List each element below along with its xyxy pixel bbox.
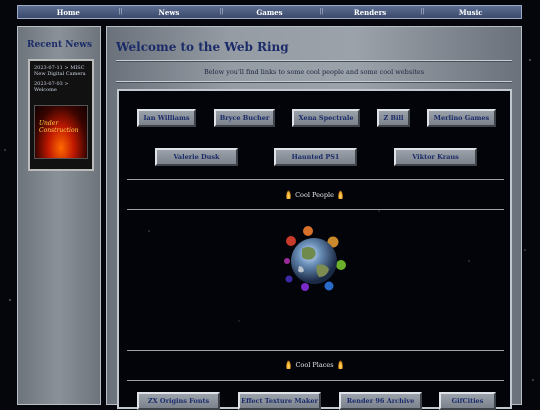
link-haunted-ps1[interactable]: Haunted PS1 — [274, 148, 357, 166]
link-gifcities[interactable]: GifCities — [439, 392, 496, 410]
link-zx-origins-fonts[interactable]: ZX Origins Fonts — [137, 392, 220, 410]
link-valerie-dusk[interactable]: Valerie Dusk — [155, 148, 238, 166]
link-merlino-games[interactable]: Merlino Games — [427, 109, 496, 127]
flame-icon — [337, 190, 343, 199]
cool-places-heading: Cool Places — [119, 360, 510, 369]
link-render-96-archive[interactable]: Render 96 Archive — [339, 392, 422, 410]
link-effect-texture-maker[interactable]: Effect Texture Maker — [238, 392, 321, 410]
divider — [127, 209, 504, 210]
link-bryce-bucher[interactable]: Bryce Bucher — [214, 109, 275, 127]
flame-icon — [286, 190, 292, 199]
sidebar: Recent News 2023-07-11 > MISC New Digita… — [17, 26, 101, 405]
nav-renders[interactable]: Renders — [320, 8, 421, 17]
nav-music[interactable]: Music — [420, 8, 521, 17]
banner-line2: Construction — [39, 127, 79, 134]
link-xena-spectrale[interactable]: Xena Spectrale — [292, 109, 360, 127]
nav-games[interactable]: Games — [219, 8, 320, 17]
page-title: Welcome to the Web Ring — [116, 40, 289, 54]
nav-home[interactable]: Home — [18, 8, 119, 17]
flame-icon — [286, 360, 292, 369]
cool-people-heading: Cool People — [119, 190, 510, 199]
main-content: Welcome to the Web Ring Below you'll fin… — [106, 26, 522, 410]
link-z-bill[interactable]: Z Bill — [377, 109, 410, 127]
top-nav: Home News Games Renders Music — [17, 5, 522, 19]
recent-news-box: 2023-07-11 > MISC New Digital Camera 202… — [28, 59, 94, 171]
link-ian-williams[interactable]: Ian Williams — [137, 109, 196, 127]
divider — [127, 380, 504, 381]
flame-icon — [337, 360, 343, 369]
link-viktor-kraus[interactable]: Viktor Kraus — [394, 148, 477, 166]
divider — [127, 350, 504, 351]
sidebar-title: Recent News — [27, 40, 93, 50]
banner-line1: Under — [39, 120, 59, 127]
news-link-welcome[interactable]: 2023-07-03 > Welcome — [34, 81, 92, 93]
nav-news[interactable]: News — [119, 8, 220, 17]
title-divider — [116, 60, 512, 62]
news-link-digital-camera[interactable]: 2023-07-11 > MISC New Digital Camera — [34, 65, 92, 77]
webring-panel: Ian Williams Bryce Bucher Xena Spectrale… — [117, 89, 512, 410]
subtitle-divider — [116, 81, 512, 83]
spinning-globe-image — [277, 221, 357, 301]
page-subtitle: Below you'll find links to some cool peo… — [203, 68, 425, 76]
divider — [127, 179, 504, 180]
under-construction-banner: Under Construction — [34, 105, 88, 159]
